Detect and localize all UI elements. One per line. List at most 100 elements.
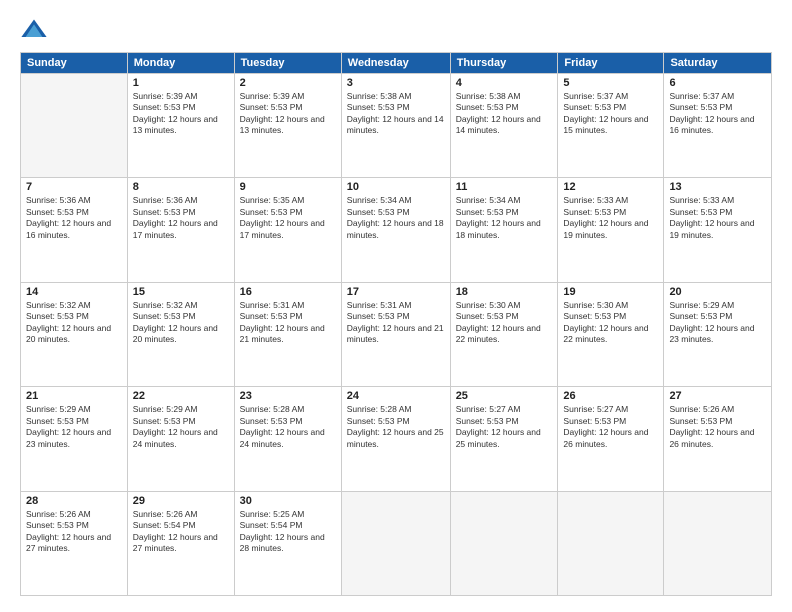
- day-info: Sunrise: 5:26 AM Sunset: 5:54 PM Dayligh…: [133, 509, 229, 555]
- day-number: 8: [133, 181, 229, 193]
- day-number: 27: [669, 390, 766, 402]
- calendar-week-3: 21 Sunrise: 5:29 AM Sunset: 5:53 PM Dayl…: [21, 387, 772, 491]
- day-info: Sunrise: 5:39 AM Sunset: 5:53 PM Dayligh…: [133, 91, 229, 137]
- calendar-cell: 10 Sunrise: 5:34 AM Sunset: 5:53 PM Dayl…: [341, 178, 450, 282]
- calendar-header-saturday: Saturday: [664, 53, 772, 74]
- calendar-cell: 14 Sunrise: 5:32 AM Sunset: 5:53 PM Dayl…: [21, 282, 128, 386]
- calendar-cell: 11 Sunrise: 5:34 AM Sunset: 5:53 PM Dayl…: [450, 178, 558, 282]
- day-info: Sunrise: 5:35 AM Sunset: 5:53 PM Dayligh…: [240, 195, 336, 241]
- day-number: 17: [347, 286, 445, 298]
- day-number: 28: [26, 495, 122, 507]
- calendar-cell: 26 Sunrise: 5:27 AM Sunset: 5:53 PM Dayl…: [558, 387, 664, 491]
- calendar-cell: 13 Sunrise: 5:33 AM Sunset: 5:53 PM Dayl…: [664, 178, 772, 282]
- calendar-cell: 5 Sunrise: 5:37 AM Sunset: 5:53 PM Dayli…: [558, 74, 664, 178]
- day-info: Sunrise: 5:37 AM Sunset: 5:53 PM Dayligh…: [563, 91, 658, 137]
- day-number: 22: [133, 390, 229, 402]
- calendar: SundayMondayTuesdayWednesdayThursdayFrid…: [20, 52, 772, 596]
- calendar-header-friday: Friday: [558, 53, 664, 74]
- day-number: 6: [669, 77, 766, 89]
- calendar-cell: 30 Sunrise: 5:25 AM Sunset: 5:54 PM Dayl…: [234, 491, 341, 595]
- calendar-header-tuesday: Tuesday: [234, 53, 341, 74]
- calendar-header-sunday: Sunday: [21, 53, 128, 74]
- day-number: 7: [26, 181, 122, 193]
- calendar-cell: 1 Sunrise: 5:39 AM Sunset: 5:53 PM Dayli…: [127, 74, 234, 178]
- calendar-cell: [341, 491, 450, 595]
- day-number: 16: [240, 286, 336, 298]
- calendar-cell: 8 Sunrise: 5:36 AM Sunset: 5:53 PM Dayli…: [127, 178, 234, 282]
- day-info: Sunrise: 5:36 AM Sunset: 5:53 PM Dayligh…: [26, 195, 122, 241]
- calendar-cell: [664, 491, 772, 595]
- day-number: 13: [669, 181, 766, 193]
- day-info: Sunrise: 5:30 AM Sunset: 5:53 PM Dayligh…: [456, 300, 553, 346]
- day-number: 25: [456, 390, 553, 402]
- day-number: 14: [26, 286, 122, 298]
- calendar-cell: 29 Sunrise: 5:26 AM Sunset: 5:54 PM Dayl…: [127, 491, 234, 595]
- calendar-cell: 17 Sunrise: 5:31 AM Sunset: 5:53 PM Dayl…: [341, 282, 450, 386]
- day-info: Sunrise: 5:37 AM Sunset: 5:53 PM Dayligh…: [669, 91, 766, 137]
- day-info: Sunrise: 5:26 AM Sunset: 5:53 PM Dayligh…: [26, 509, 122, 555]
- day-info: Sunrise: 5:29 AM Sunset: 5:53 PM Dayligh…: [133, 404, 229, 450]
- calendar-cell: 2 Sunrise: 5:39 AM Sunset: 5:53 PM Dayli…: [234, 74, 341, 178]
- day-number: 26: [563, 390, 658, 402]
- day-number: 9: [240, 181, 336, 193]
- day-info: Sunrise: 5:25 AM Sunset: 5:54 PM Dayligh…: [240, 509, 336, 555]
- day-info: Sunrise: 5:29 AM Sunset: 5:53 PM Dayligh…: [26, 404, 122, 450]
- day-info: Sunrise: 5:29 AM Sunset: 5:53 PM Dayligh…: [669, 300, 766, 346]
- day-number: 10: [347, 181, 445, 193]
- day-info: Sunrise: 5:38 AM Sunset: 5:53 PM Dayligh…: [347, 91, 445, 137]
- calendar-cell: 7 Sunrise: 5:36 AM Sunset: 5:53 PM Dayli…: [21, 178, 128, 282]
- day-info: Sunrise: 5:34 AM Sunset: 5:53 PM Dayligh…: [456, 195, 553, 241]
- logo-icon: [20, 16, 48, 44]
- calendar-header-wednesday: Wednesday: [341, 53, 450, 74]
- day-number: 23: [240, 390, 336, 402]
- calendar-week-0: 1 Sunrise: 5:39 AM Sunset: 5:53 PM Dayli…: [21, 74, 772, 178]
- day-number: 1: [133, 77, 229, 89]
- day-number: 4: [456, 77, 553, 89]
- day-number: 21: [26, 390, 122, 402]
- calendar-cell: 15 Sunrise: 5:32 AM Sunset: 5:53 PM Dayl…: [127, 282, 234, 386]
- day-info: Sunrise: 5:31 AM Sunset: 5:53 PM Dayligh…: [240, 300, 336, 346]
- day-info: Sunrise: 5:28 AM Sunset: 5:53 PM Dayligh…: [347, 404, 445, 450]
- day-number: 29: [133, 495, 229, 507]
- day-info: Sunrise: 5:33 AM Sunset: 5:53 PM Dayligh…: [669, 195, 766, 241]
- calendar-cell: 3 Sunrise: 5:38 AM Sunset: 5:53 PM Dayli…: [341, 74, 450, 178]
- day-number: 5: [563, 77, 658, 89]
- calendar-cell: 19 Sunrise: 5:30 AM Sunset: 5:53 PM Dayl…: [558, 282, 664, 386]
- calendar-cell: 21 Sunrise: 5:29 AM Sunset: 5:53 PM Dayl…: [21, 387, 128, 491]
- day-info: Sunrise: 5:31 AM Sunset: 5:53 PM Dayligh…: [347, 300, 445, 346]
- page-header: [20, 16, 772, 44]
- day-number: 24: [347, 390, 445, 402]
- calendar-week-4: 28 Sunrise: 5:26 AM Sunset: 5:53 PM Dayl…: [21, 491, 772, 595]
- day-number: 11: [456, 181, 553, 193]
- day-number: 15: [133, 286, 229, 298]
- day-info: Sunrise: 5:34 AM Sunset: 5:53 PM Dayligh…: [347, 195, 445, 241]
- logo: [20, 16, 52, 44]
- calendar-week-2: 14 Sunrise: 5:32 AM Sunset: 5:53 PM Dayl…: [21, 282, 772, 386]
- calendar-header-monday: Monday: [127, 53, 234, 74]
- calendar-header-row: SundayMondayTuesdayWednesdayThursdayFrid…: [21, 53, 772, 74]
- calendar-cell: 27 Sunrise: 5:26 AM Sunset: 5:53 PM Dayl…: [664, 387, 772, 491]
- calendar-cell: 22 Sunrise: 5:29 AM Sunset: 5:53 PM Dayl…: [127, 387, 234, 491]
- day-number: 20: [669, 286, 766, 298]
- day-number: 3: [347, 77, 445, 89]
- day-number: 19: [563, 286, 658, 298]
- day-info: Sunrise: 5:32 AM Sunset: 5:53 PM Dayligh…: [133, 300, 229, 346]
- calendar-cell: 18 Sunrise: 5:30 AM Sunset: 5:53 PM Dayl…: [450, 282, 558, 386]
- day-info: Sunrise: 5:27 AM Sunset: 5:53 PM Dayligh…: [456, 404, 553, 450]
- calendar-cell: 9 Sunrise: 5:35 AM Sunset: 5:53 PM Dayli…: [234, 178, 341, 282]
- calendar-cell: 6 Sunrise: 5:37 AM Sunset: 5:53 PM Dayli…: [664, 74, 772, 178]
- calendar-cell: [450, 491, 558, 595]
- calendar-cell: 12 Sunrise: 5:33 AM Sunset: 5:53 PM Dayl…: [558, 178, 664, 282]
- day-number: 30: [240, 495, 336, 507]
- calendar-cell: 28 Sunrise: 5:26 AM Sunset: 5:53 PM Dayl…: [21, 491, 128, 595]
- day-info: Sunrise: 5:30 AM Sunset: 5:53 PM Dayligh…: [563, 300, 658, 346]
- calendar-week-1: 7 Sunrise: 5:36 AM Sunset: 5:53 PM Dayli…: [21, 178, 772, 282]
- calendar-cell: 25 Sunrise: 5:27 AM Sunset: 5:53 PM Dayl…: [450, 387, 558, 491]
- day-info: Sunrise: 5:33 AM Sunset: 5:53 PM Dayligh…: [563, 195, 658, 241]
- day-number: 18: [456, 286, 553, 298]
- calendar-cell: 20 Sunrise: 5:29 AM Sunset: 5:53 PM Dayl…: [664, 282, 772, 386]
- day-info: Sunrise: 5:27 AM Sunset: 5:53 PM Dayligh…: [563, 404, 658, 450]
- calendar-cell: [21, 74, 128, 178]
- calendar-cell: 4 Sunrise: 5:38 AM Sunset: 5:53 PM Dayli…: [450, 74, 558, 178]
- day-info: Sunrise: 5:39 AM Sunset: 5:53 PM Dayligh…: [240, 91, 336, 137]
